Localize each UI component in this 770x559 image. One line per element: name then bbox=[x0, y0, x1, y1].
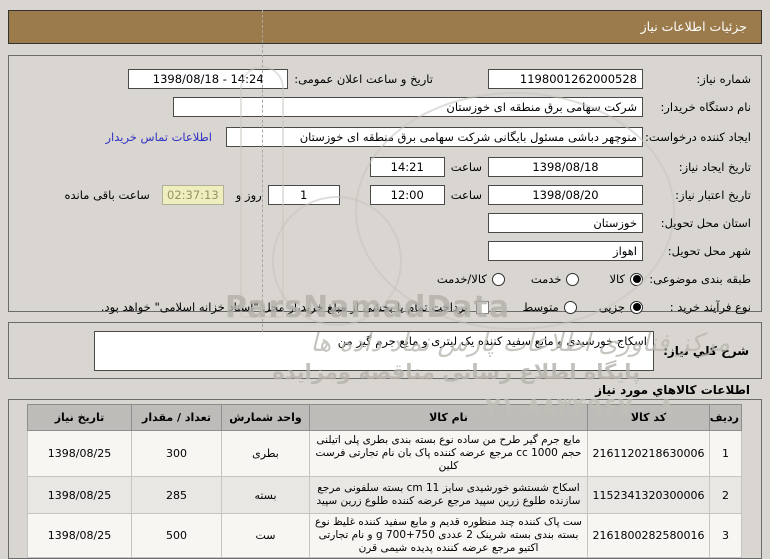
city-label: شهر محل تحویل: bbox=[667, 243, 751, 258]
item-name: اسکاج شستشو خورشیدی سایز 11 cm بسته سلفو… bbox=[309, 476, 588, 514]
col-quantity: تعداد / مقدار bbox=[131, 404, 222, 431]
item-code: 2161120218630006 bbox=[587, 430, 710, 477]
creator-row: ایجاد کننده درخواست: منوچهر دباشی مسئول … bbox=[17, 124, 751, 150]
item-code: 2161800282580016 bbox=[587, 513, 710, 558]
treasury-note: پرداخت تمام یا بخشی از مبلغ خرید،از محل … bbox=[100, 300, 468, 314]
category-option-service[interactable]: خدمت bbox=[531, 272, 580, 286]
category-row: طبقه بندی موضوعی: کالا خدمت کالا/خدمت bbox=[17, 268, 751, 290]
item-name: ست پاک کننده چند منظوره قدیم و مایع سفید… bbox=[309, 513, 588, 558]
countdown-timer: 02:37:13 bbox=[161, 185, 224, 205]
remaining-days-field[interactable]: 1 bbox=[267, 185, 340, 205]
buyer-org-field[interactable]: شرکت سهامی برق منطقه ای خوزستان bbox=[173, 97, 643, 117]
row-number: 2 bbox=[709, 476, 742, 514]
minor-radio[interactable] bbox=[630, 300, 643, 314]
col-item-code: کد کالا bbox=[587, 404, 710, 431]
expiry-time-field[interactable]: 12:00 bbox=[369, 185, 445, 205]
col-need-date: تاریخ نیاز bbox=[27, 404, 132, 431]
process-type-row: نوع فرآیند خرید : جزیی متوسط پرداخت تمام… bbox=[17, 296, 751, 318]
announce-datetime-field[interactable]: 1398/08/18 - 14:24 bbox=[128, 69, 289, 89]
announce-label: تاریخ و ساعت اعلان عمومی: bbox=[294, 72, 433, 86]
items-table-header: ردیف کد کالا نام کالا واحد شمارش تعداد /… bbox=[27, 404, 742, 431]
expiry-date-field[interactable]: 1398/08/20 bbox=[488, 185, 643, 205]
category-option-goods-service[interactable]: کالا/خدمت bbox=[437, 272, 505, 286]
minor-radio-label: جزیی bbox=[598, 300, 625, 314]
creator-label: ایجاد کننده درخواست: bbox=[645, 129, 751, 144]
buyer-org-label: نام دستگاه خریدار: bbox=[660, 99, 751, 114]
table-row: 1 2161120218630006 مایع جرم گیر طرح من س… bbox=[27, 430, 742, 477]
need-number-row: شماره نیاز: 1198001262000528 تاریخ و ساع… bbox=[17, 68, 751, 90]
goods-radio-label: کالا bbox=[609, 272, 625, 286]
item-unit: ست bbox=[221, 513, 310, 558]
need-info-panel: شماره نیاز: 1198001262000528 تاریخ و ساع… bbox=[8, 55, 762, 314]
remaining-hours-label: ساعت باقی مانده bbox=[64, 188, 150, 202]
created-date-field[interactable]: 1398/08/18 bbox=[488, 157, 643, 177]
item-qty: 500 bbox=[131, 513, 222, 558]
col-item-name: نام کالا bbox=[309, 404, 588, 431]
need-number-label: شماره نیاز: bbox=[696, 71, 751, 86]
creator-field[interactable]: منوچهر دباشی مسئول بایگانی شرکت سهامی بر… bbox=[226, 127, 643, 147]
col-unit: واحد شمارش bbox=[221, 404, 310, 431]
created-date-label: تاریخ ایجاد نیاز: bbox=[678, 159, 751, 174]
process-option-medium[interactable]: متوسط bbox=[523, 300, 577, 314]
table-row: 2 1152341320300006 اسکاج شستشو خورشیدی س… bbox=[27, 476, 742, 514]
goods-radio[interactable] bbox=[630, 272, 643, 286]
created-time-label: ساعت bbox=[450, 160, 482, 174]
buyer-contact-link[interactable]: اطلاعات تماس خریدار bbox=[105, 130, 212, 144]
province-label: استان محل تحویل: bbox=[660, 215, 751, 230]
item-qty: 285 bbox=[131, 476, 222, 514]
page-title: جزئیات اطلاعات نیاز bbox=[8, 10, 762, 44]
item-date: 1398/08/25 bbox=[27, 513, 132, 558]
row-number: 1 bbox=[709, 430, 742, 477]
buyer-org-row: نام دستگاه خریدار: شرکت سهامی برق منطقه … bbox=[17, 96, 751, 118]
created-time-field[interactable]: 14:21 bbox=[369, 157, 445, 177]
treasury-checkbox[interactable] bbox=[475, 300, 489, 314]
items-panel: ردیف کد کالا نام کالا واحد شمارش تعداد /… bbox=[8, 399, 762, 559]
goods-service-radio-label: کالا/خدمت bbox=[436, 272, 487, 286]
province-row: استان محل تحویل: خوزستان bbox=[17, 212, 751, 234]
goods-service-radio[interactable] bbox=[491, 272, 505, 286]
medium-radio[interactable] bbox=[563, 300, 577, 314]
items-table: ردیف کد کالا نام کالا واحد شمارش تعداد /… bbox=[27, 404, 742, 558]
remaining-days-label: روز و bbox=[235, 188, 262, 202]
need-number-field[interactable]: 1198001262000528 bbox=[488, 69, 643, 89]
row-number: 3 bbox=[709, 513, 742, 558]
item-unit: بطری bbox=[221, 430, 310, 477]
service-radio-label: خدمت bbox=[530, 272, 562, 286]
need-details-page: { "page": { "title_bar": "جزئیات اطلاعات… bbox=[0, 0, 770, 559]
expiry-date-row: تاریخ اعتبار نیاز: 1398/08/20 ساعت 12:00… bbox=[17, 184, 751, 206]
process-option-minor[interactable]: جزیی bbox=[599, 300, 643, 314]
item-unit: بسته bbox=[221, 476, 310, 514]
category-option-goods[interactable]: کالا bbox=[609, 272, 643, 286]
category-label: طبقه بندی موضوعی: bbox=[649, 271, 751, 286]
medium-radio-label: متوسط bbox=[522, 300, 559, 314]
description-field[interactable]: اسکاج خورشیدی و مایع سفید کننده یک لیتری… bbox=[94, 330, 654, 371]
expiry-date-label: تاریخ اعتبار نیاز: bbox=[675, 187, 751, 202]
process-type-label: نوع فرآیند خرید : bbox=[669, 299, 751, 314]
description-label: شرح کلي نیاز: bbox=[663, 343, 749, 358]
general-description-panel: شرح کلي نیاز: اسکاج خورشیدی و مایع سفید … bbox=[8, 322, 762, 379]
table-row: 3 2161800282580016 ست پاک کننده چند منظو… bbox=[27, 513, 742, 558]
city-row: شهر محل تحویل: اهواز bbox=[17, 240, 751, 262]
item-code: 1152341320300006 bbox=[587, 476, 710, 514]
col-row-number: ردیف bbox=[709, 404, 742, 431]
item-date: 1398/08/25 bbox=[27, 476, 132, 514]
service-radio[interactable] bbox=[566, 272, 580, 286]
expiry-time-label: ساعت bbox=[450, 188, 482, 202]
province-field[interactable]: خوزستان bbox=[488, 213, 643, 233]
item-date: 1398/08/25 bbox=[27, 430, 132, 477]
created-date-row: تاریخ ایجاد نیاز: 1398/08/18 ساعت 14:21 bbox=[17, 156, 751, 178]
city-field[interactable]: اهواز bbox=[488, 241, 643, 261]
item-qty: 300 bbox=[131, 430, 222, 477]
item-name: مایع جرم گیر طرح من ساده نوع بسته بندی ب… bbox=[309, 430, 588, 477]
items-section-title: اطلاعات کالاهاي مورد نیاز bbox=[595, 383, 750, 397]
